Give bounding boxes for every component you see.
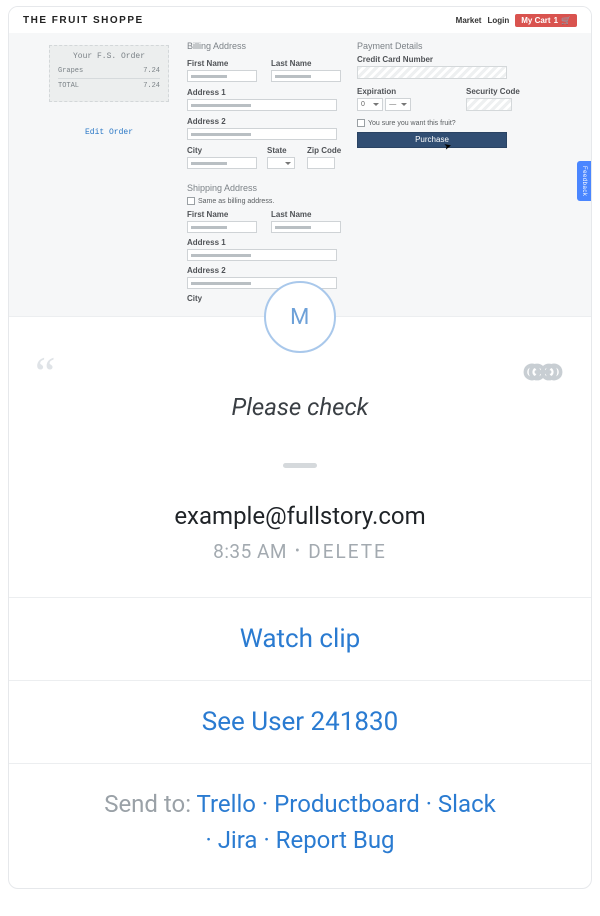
avatar: M bbox=[264, 281, 336, 353]
send-jira[interactable]: Jira bbox=[218, 826, 258, 854]
security-input[interactable] bbox=[466, 98, 512, 111]
topbar-right: Market Login My Cart 1 🛒 bbox=[456, 14, 577, 27]
order-title: Your F.S. Order bbox=[58, 52, 160, 61]
same-address-label: Same as billing address. bbox=[198, 198, 274, 205]
order-item-price: 7.24 bbox=[143, 67, 160, 75]
exp-year-select[interactable]: — bbox=[385, 98, 411, 111]
payment-section: Payment Details Credit Card Number Expir… bbox=[357, 41, 557, 148]
billing-lastname-label: Last Name bbox=[271, 59, 347, 68]
divider bbox=[283, 463, 317, 468]
send-to-row: Send to: Trello · Productboard · Slack ·… bbox=[9, 763, 591, 888]
security-label: Security Code bbox=[466, 87, 557, 96]
purchase-button[interactable]: Purchase ➤ bbox=[357, 132, 507, 148]
billing-address1-input[interactable] bbox=[187, 99, 337, 111]
shipping-address2-label: Address 2 bbox=[187, 266, 347, 275]
shipping-firstname-input[interactable] bbox=[187, 221, 257, 233]
timestamp: 8:35 AM bbox=[213, 540, 287, 563]
nav-login[interactable]: Login bbox=[487, 16, 509, 25]
cursor-icon: ➤ bbox=[442, 138, 453, 153]
avatar-initial: M bbox=[290, 305, 310, 330]
cc-input[interactable] bbox=[357, 66, 507, 79]
confirm-label: You sure you want this fruit? bbox=[368, 120, 456, 127]
note-card: THE FRUIT SHOPPE Market Login My Cart 1 … bbox=[8, 6, 592, 889]
quote-icon: “ bbox=[35, 359, 55, 387]
order-item-label: Grapes bbox=[58, 67, 83, 75]
billing-zip-label: Zip Code bbox=[307, 146, 347, 155]
billing-state-label: State bbox=[267, 146, 301, 155]
shipping-lastname-label: Last Name bbox=[271, 210, 347, 219]
preview-topbar: THE FRUIT SHOPPE Market Login My Cart 1 … bbox=[9, 7, 591, 33]
billing-address1-label: Address 1 bbox=[187, 88, 347, 97]
link-icon[interactable] bbox=[521, 359, 565, 385]
see-user-link[interactable]: See User 241830 bbox=[202, 707, 398, 737]
cart-icon: 🛒 bbox=[561, 16, 571, 25]
cart-label: My Cart bbox=[521, 16, 550, 25]
cart-button[interactable]: My Cart 1 🛒 bbox=[515, 14, 577, 27]
send-report-bug[interactable]: Report Bug bbox=[276, 826, 395, 854]
preview-body: Your F.S. Order Grapes 7.24 TOTAL 7.24 E… bbox=[9, 33, 591, 316]
brand-title: THE FRUIT SHOPPE bbox=[23, 15, 144, 26]
billing-address2-label: Address 2 bbox=[187, 117, 347, 126]
billing-state-select[interactable] bbox=[267, 157, 295, 169]
edit-order-link[interactable]: Edit Order bbox=[85, 128, 133, 137]
user-email: example@fullstory.com bbox=[9, 502, 591, 530]
billing-zip-input[interactable] bbox=[307, 157, 335, 169]
order-total-label: TOTAL bbox=[58, 82, 79, 90]
watch-clip-link[interactable]: Watch clip bbox=[240, 624, 361, 654]
meta-separator: • bbox=[295, 543, 300, 559]
same-address-checkbox[interactable] bbox=[187, 197, 195, 205]
billing-address2-input[interactable] bbox=[187, 128, 337, 140]
order-summary: Your F.S. Order Grapes 7.24 TOTAL 7.24 bbox=[49, 45, 169, 102]
send-productboard[interactable]: Productboard bbox=[274, 790, 420, 818]
shipping-lastname-input[interactable] bbox=[271, 221, 341, 233]
send-prefix: Send to: bbox=[104, 790, 191, 818]
order-total-price: 7.24 bbox=[143, 82, 160, 90]
exp-month-select[interactable]: 0 bbox=[357, 98, 383, 111]
note-text: Please check bbox=[9, 393, 591, 421]
shipping-address1-input[interactable] bbox=[187, 249, 337, 261]
billing-section: Billing Address First Name Last Name Add… bbox=[187, 41, 347, 171]
cc-label: Credit Card Number bbox=[357, 55, 557, 64]
billing-firstname-label: First Name bbox=[187, 59, 263, 68]
cart-count: 1 bbox=[554, 16, 558, 25]
exp-label: Expiration bbox=[357, 87, 448, 96]
shipping-firstname-label: First Name bbox=[187, 210, 263, 219]
shipping-section: Shipping Address Same as billing address… bbox=[187, 183, 347, 305]
billing-title: Billing Address bbox=[187, 41, 347, 51]
feedback-tab[interactable]: Feedback bbox=[577, 161, 591, 201]
shipping-address1-label: Address 1 bbox=[187, 238, 347, 247]
billing-lastname-input[interactable] bbox=[271, 70, 341, 82]
delete-link[interactable]: DELETE bbox=[308, 540, 387, 563]
session-screenshot[interactable]: THE FRUIT SHOPPE Market Login My Cart 1 … bbox=[9, 7, 591, 317]
billing-city-input[interactable] bbox=[187, 157, 257, 169]
shipping-title: Shipping Address bbox=[187, 183, 347, 193]
nav-market[interactable]: Market bbox=[456, 16, 482, 25]
confirm-checkbox[interactable] bbox=[357, 119, 365, 127]
send-trello[interactable]: Trello bbox=[197, 790, 256, 818]
billing-firstname-input[interactable] bbox=[187, 70, 257, 82]
billing-city-label: City bbox=[187, 146, 261, 155]
payment-title: Payment Details bbox=[357, 41, 557, 51]
send-slack[interactable]: Slack bbox=[438, 790, 496, 818]
